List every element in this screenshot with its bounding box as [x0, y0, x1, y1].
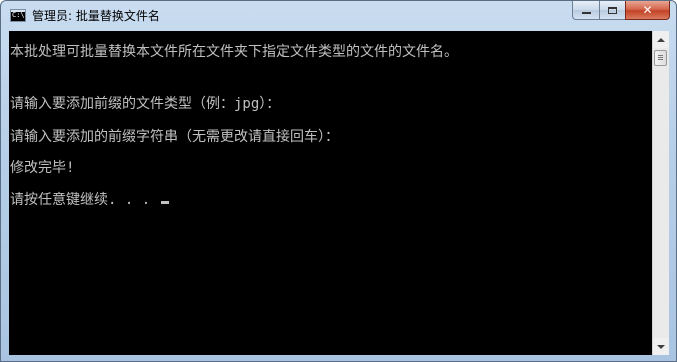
text-cursor [160, 201, 169, 204]
press-key-text: 请按任意键继续. . . [10, 192, 159, 208]
close-icon: ✕ [642, 3, 653, 17]
scroll-thumb[interactable] [654, 50, 667, 66]
title-bar[interactable]: C:\. 管理员: 批量替换文件名 ✕ [1, 1, 676, 31]
scroll-up-icon [657, 37, 665, 42]
grip-line [658, 55, 663, 56]
grip-line [658, 59, 663, 60]
scroll-down-icon [657, 344, 665, 349]
console-line-prompt-filetype: 请输入要添加前缀的文件类型（例：jpg）： [10, 96, 281, 112]
console-line-done: 修改完毕! [10, 160, 75, 176]
scroll-down-button[interactable] [653, 338, 669, 355]
console-line-prompt-prefix: 请输入要添加的前缀字符串（无需更改请直接回车）： [10, 129, 339, 145]
minimize-button[interactable] [572, 1, 599, 20]
console-line-press-key: 请按任意键继续. . . [10, 191, 169, 209]
minimize-icon [581, 12, 591, 14]
grip-line [658, 57, 663, 58]
console-line-intro: 本批处理可批量替换本文件所在文件夹下指定文件类型的文件的文件名。 [10, 44, 458, 60]
window-frame-bottom [1, 355, 676, 361]
cmd-icon[interactable]: C:\. [10, 9, 26, 22]
scroll-up-button[interactable] [653, 31, 669, 48]
console-window: C:\. 管理员: 批量替换文件名 ✕ 本批处理可批量替换本文件所在文件夹下指定… [0, 0, 677, 362]
window-title: 管理员: 批量替换文件名 [32, 9, 160, 23]
console-output[interactable]: 本批处理可批量替换本文件所在文件夹下指定文件类型的文件的文件名。 请输入要添加前… [9, 31, 652, 355]
caption-buttons: ✕ [572, 1, 670, 21]
close-button[interactable]: ✕ [625, 1, 670, 20]
maximize-button[interactable] [599, 1, 625, 20]
maximize-icon [608, 6, 617, 14]
vertical-scrollbar[interactable] [652, 31, 669, 355]
